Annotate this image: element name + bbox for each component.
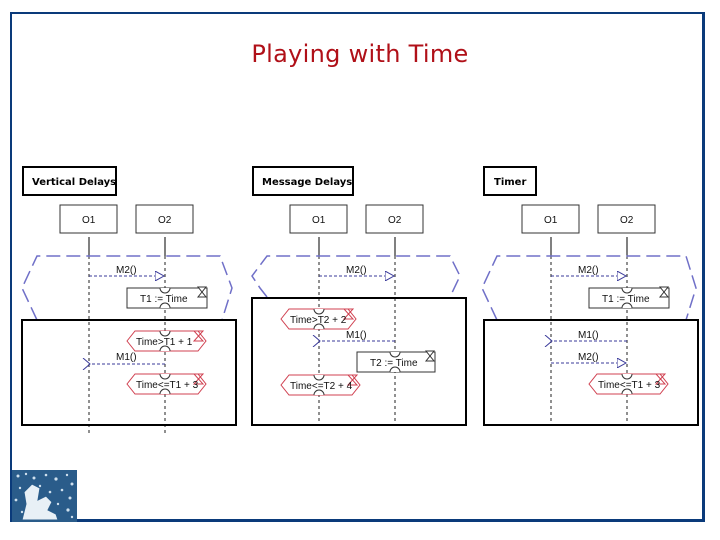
action-box: T1 := Time [126, 286, 208, 309]
diagram-vertical-delays: Vertical Delays O1 O2 M2() T1 := Time Ti… [21, 166, 237, 435]
message-label: M1() [116, 352, 137, 363]
guard-label: Time>T2 + 2 [290, 315, 347, 326]
time-region-box [21, 319, 237, 426]
message-label: M2() [578, 352, 599, 363]
diagram-header: Message Delays [262, 177, 352, 188]
guard-label: Time>T1 + 1 [136, 337, 193, 348]
message-label: M1() [578, 330, 599, 341]
diagram-header: Timer [494, 177, 526, 188]
guard-hexagon: Time>T2 + 2 [280, 308, 357, 330]
guard-label: Time<=T1 + 3 [598, 380, 661, 391]
guard-hexagon: Time<=T2 + 4 [280, 374, 361, 396]
message-label: M2() [346, 265, 367, 276]
guard-hexagon: Time<=T1 + 3 [126, 373, 207, 395]
guard-label: Time<=T2 + 4 [290, 381, 353, 392]
diagram-header: Vertical Delays [32, 177, 116, 188]
action-label: T2 := Time [370, 358, 418, 369]
message-label: M2() [578, 265, 599, 276]
object-label: O1 [312, 215, 326, 226]
guard-hexagon: Time>T1 + 1 [126, 330, 207, 352]
action-label: T1 := Time [140, 294, 188, 305]
guard-hexagon: Time<=T1 + 3 [588, 373, 669, 395]
object-label: O2 [388, 215, 402, 226]
guard-label: Time<=T1 + 3 [136, 380, 199, 391]
message-label: M1() [346, 330, 367, 341]
action-box: T2 := Time [356, 350, 436, 373]
institution-logo-icon [12, 470, 77, 522]
diagram-message-delays: Message Delays O1 O2 M2() Time>T2 + 2 M1… [251, 166, 467, 426]
object-label: O2 [158, 215, 172, 226]
action-label: T1 := Time [602, 294, 650, 305]
action-box: T1 := Time [588, 286, 670, 309]
diagrams-canvas: Vertical Delays O1 O2 M2() T1 := Time Ti… [21, 166, 699, 435]
diagram-timer: Timer O1 O2 M2() T1 := Time M1() M2() Ti… [481, 166, 699, 426]
object-label: O1 [82, 215, 96, 226]
message-label: M2() [116, 265, 137, 276]
object-label: O1 [544, 215, 558, 226]
object-label: O2 [620, 215, 634, 226]
